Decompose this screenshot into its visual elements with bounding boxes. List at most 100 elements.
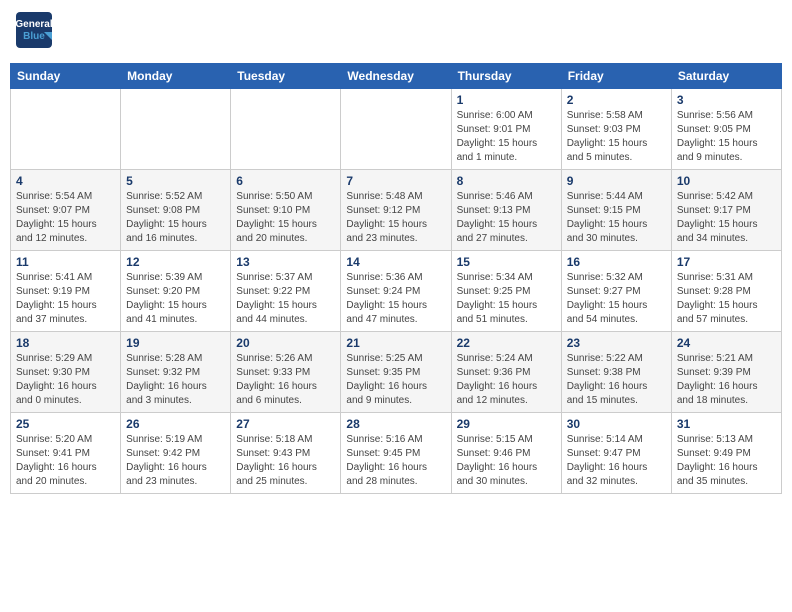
- day-number: 27: [236, 417, 335, 431]
- week-row-1: 1 Sunrise: 6:00 AM Sunset: 9:01 PM Daylig…: [11, 89, 782, 170]
- day-info: Sunrise: 5:37 AM Sunset: 9:22 PM Dayligh…: [236, 271, 335, 327]
- day-number: 1: [457, 93, 556, 107]
- day-cell: [11, 89, 121, 170]
- svg-text:General: General: [15, 19, 52, 30]
- day-cell: [341, 89, 451, 170]
- day-number: 16: [567, 255, 666, 269]
- day-cell: 1 Sunrise: 6:00 AM Sunset: 9:01 PM Daylig…: [451, 89, 561, 170]
- day-info: Sunrise: 5:39 AM Sunset: 9:20 PM Dayligh…: [126, 271, 225, 327]
- day-cell: 21 Sunrise: 5:25 AM Sunset: 9:35 PM Dayli…: [341, 332, 451, 413]
- day-info: Sunrise: 5:19 AM Sunset: 9:42 PM Dayligh…: [126, 433, 225, 489]
- day-number: 7: [346, 174, 445, 188]
- logo-icon: General Blue: [14, 10, 54, 55]
- day-info: Sunrise: 5:52 AM Sunset: 9:08 PM Dayligh…: [126, 190, 225, 246]
- day-info: Sunrise: 5:28 AM Sunset: 9:32 PM Dayligh…: [126, 352, 225, 408]
- day-number: 3: [677, 93, 776, 107]
- day-number: 6: [236, 174, 335, 188]
- day-number: 31: [677, 417, 776, 431]
- page-header: General Blue: [10, 10, 782, 55]
- day-number: 15: [457, 255, 556, 269]
- day-number: 20: [236, 336, 335, 350]
- day-info: Sunrise: 5:42 AM Sunset: 9:17 PM Dayligh…: [677, 190, 776, 246]
- col-header-thursday: Thursday: [451, 64, 561, 89]
- day-number: 17: [677, 255, 776, 269]
- day-number: 18: [16, 336, 115, 350]
- day-cell: 22 Sunrise: 5:24 AM Sunset: 9:36 PM Dayli…: [451, 332, 561, 413]
- day-number: 22: [457, 336, 556, 350]
- col-header-wednesday: Wednesday: [341, 64, 451, 89]
- day-info: Sunrise: 5:56 AM Sunset: 9:05 PM Dayligh…: [677, 109, 776, 165]
- svg-text:Blue: Blue: [23, 31, 45, 42]
- day-info: Sunrise: 5:18 AM Sunset: 9:43 PM Dayligh…: [236, 433, 335, 489]
- col-header-monday: Monday: [121, 64, 231, 89]
- day-number: 25: [16, 417, 115, 431]
- day-cell: 19 Sunrise: 5:28 AM Sunset: 9:32 PM Dayli…: [121, 332, 231, 413]
- day-cell: 16Sunrise: 5:32 AM Sunset: 9:27 PM Dayli…: [561, 251, 671, 332]
- day-number: 11: [16, 255, 115, 269]
- day-number: 24: [677, 336, 776, 350]
- day-cell: 24Sunrise: 5:21 AM Sunset: 9:39 PM Dayli…: [671, 332, 781, 413]
- day-number: 19: [126, 336, 225, 350]
- day-info: Sunrise: 5:20 AM Sunset: 9:41 PM Dayligh…: [16, 433, 115, 489]
- day-cell: 2Sunrise: 5:58 AM Sunset: 9:03 PM Daylig…: [561, 89, 671, 170]
- day-info: Sunrise: 5:41 AM Sunset: 9:19 PM Dayligh…: [16, 271, 115, 327]
- day-number: 5: [126, 174, 225, 188]
- day-cell: 27 Sunrise: 5:18 AM Sunset: 9:43 PM Dayli…: [231, 413, 341, 494]
- day-info: Sunrise: 5:24 AM Sunset: 9:36 PM Dayligh…: [457, 352, 556, 408]
- day-cell: 7 Sunrise: 5:48 AM Sunset: 9:12 PM Daylig…: [341, 170, 451, 251]
- day-cell: 20 Sunrise: 5:26 AM Sunset: 9:33 PM Dayli…: [231, 332, 341, 413]
- day-cell: 12 Sunrise: 5:39 AM Sunset: 9:20 PM Dayli…: [121, 251, 231, 332]
- day-cell: 6 Sunrise: 5:50 AM Sunset: 9:10 PM Daylig…: [231, 170, 341, 251]
- day-cell: 5 Sunrise: 5:52 AM Sunset: 9:08 PM Daylig…: [121, 170, 231, 251]
- col-header-saturday: Saturday: [671, 64, 781, 89]
- day-cell: [231, 89, 341, 170]
- day-number: 23: [567, 336, 666, 350]
- day-cell: 10 Sunrise: 5:42 AM Sunset: 9:17 PM Dayli…: [671, 170, 781, 251]
- calendar-header-row: SundayMondayTuesdayWednesdayThursdayFrid…: [11, 64, 782, 89]
- day-cell: 30Sunrise: 5:14 AM Sunset: 9:47 PM Dayli…: [561, 413, 671, 494]
- day-cell: 11 Sunrise: 5:41 AM Sunset: 9:19 PM Dayli…: [11, 251, 121, 332]
- day-info: Sunrise: 5:31 AM Sunset: 9:28 PM Dayligh…: [677, 271, 776, 327]
- day-info: Sunrise: 5:13 AM Sunset: 9:49 PM Dayligh…: [677, 433, 776, 489]
- day-info: Sunrise: 5:16 AM Sunset: 9:45 PM Dayligh…: [346, 433, 445, 489]
- day-info: Sunrise: 5:50 AM Sunset: 9:10 PM Dayligh…: [236, 190, 335, 246]
- day-number: 9: [567, 174, 666, 188]
- day-info: Sunrise: 5:36 AM Sunset: 9:24 PM Dayligh…: [346, 271, 445, 327]
- day-number: 13: [236, 255, 335, 269]
- day-cell: 4 Sunrise: 5:54 AM Sunset: 9:07 PM Daylig…: [11, 170, 121, 251]
- day-number: 4: [16, 174, 115, 188]
- day-number: 21: [346, 336, 445, 350]
- logo: General Blue: [14, 10, 58, 55]
- day-cell: 17 Sunrise: 5:31 AM Sunset: 9:28 PM Dayli…: [671, 251, 781, 332]
- day-info: Sunrise: 5:22 AM Sunset: 9:38 PM Dayligh…: [567, 352, 666, 408]
- day-cell: 3 Sunrise: 5:56 AM Sunset: 9:05 PM Daylig…: [671, 89, 781, 170]
- day-info: Sunrise: 5:34 AM Sunset: 9:25 PM Dayligh…: [457, 271, 556, 327]
- day-cell: 31 Sunrise: 5:13 AM Sunset: 9:49 PM Dayli…: [671, 413, 781, 494]
- day-number: 12: [126, 255, 225, 269]
- col-header-friday: Friday: [561, 64, 671, 89]
- day-info: Sunrise: 5:25 AM Sunset: 9:35 PM Dayligh…: [346, 352, 445, 408]
- day-info: Sunrise: 6:00 AM Sunset: 9:01 PM Dayligh…: [457, 109, 556, 165]
- day-cell: 23 Sunrise: 5:22 AM Sunset: 9:38 PM Dayli…: [561, 332, 671, 413]
- day-cell: 9Sunrise: 5:44 AM Sunset: 9:15 PM Daylig…: [561, 170, 671, 251]
- day-number: 26: [126, 417, 225, 431]
- day-number: 8: [457, 174, 556, 188]
- day-info: Sunrise: 5:54 AM Sunset: 9:07 PM Dayligh…: [16, 190, 115, 246]
- col-header-tuesday: Tuesday: [231, 64, 341, 89]
- week-row-5: 25 Sunrise: 5:20 AM Sunset: 9:41 PM Dayli…: [11, 413, 782, 494]
- day-info: Sunrise: 5:26 AM Sunset: 9:33 PM Dayligh…: [236, 352, 335, 408]
- calendar-table: SundayMondayTuesdayWednesdayThursdayFrid…: [10, 63, 782, 494]
- day-number: 28: [346, 417, 445, 431]
- day-info: Sunrise: 5:29 AM Sunset: 9:30 PM Dayligh…: [16, 352, 115, 408]
- day-cell: 8Sunrise: 5:46 AM Sunset: 9:13 PM Daylig…: [451, 170, 561, 251]
- day-cell: 29 Sunrise: 5:15 AM Sunset: 9:46 PM Dayli…: [451, 413, 561, 494]
- day-cell: 14 Sunrise: 5:36 AM Sunset: 9:24 PM Dayli…: [341, 251, 451, 332]
- day-number: 29: [457, 417, 556, 431]
- day-cell: 26 Sunrise: 5:19 AM Sunset: 9:42 PM Dayli…: [121, 413, 231, 494]
- day-info: Sunrise: 5:15 AM Sunset: 9:46 PM Dayligh…: [457, 433, 556, 489]
- day-number: 2: [567, 93, 666, 107]
- day-info: Sunrise: 5:14 AM Sunset: 9:47 PM Dayligh…: [567, 433, 666, 489]
- day-info: Sunrise: 5:48 AM Sunset: 9:12 PM Dayligh…: [346, 190, 445, 246]
- day-number: 14: [346, 255, 445, 269]
- day-number: 10: [677, 174, 776, 188]
